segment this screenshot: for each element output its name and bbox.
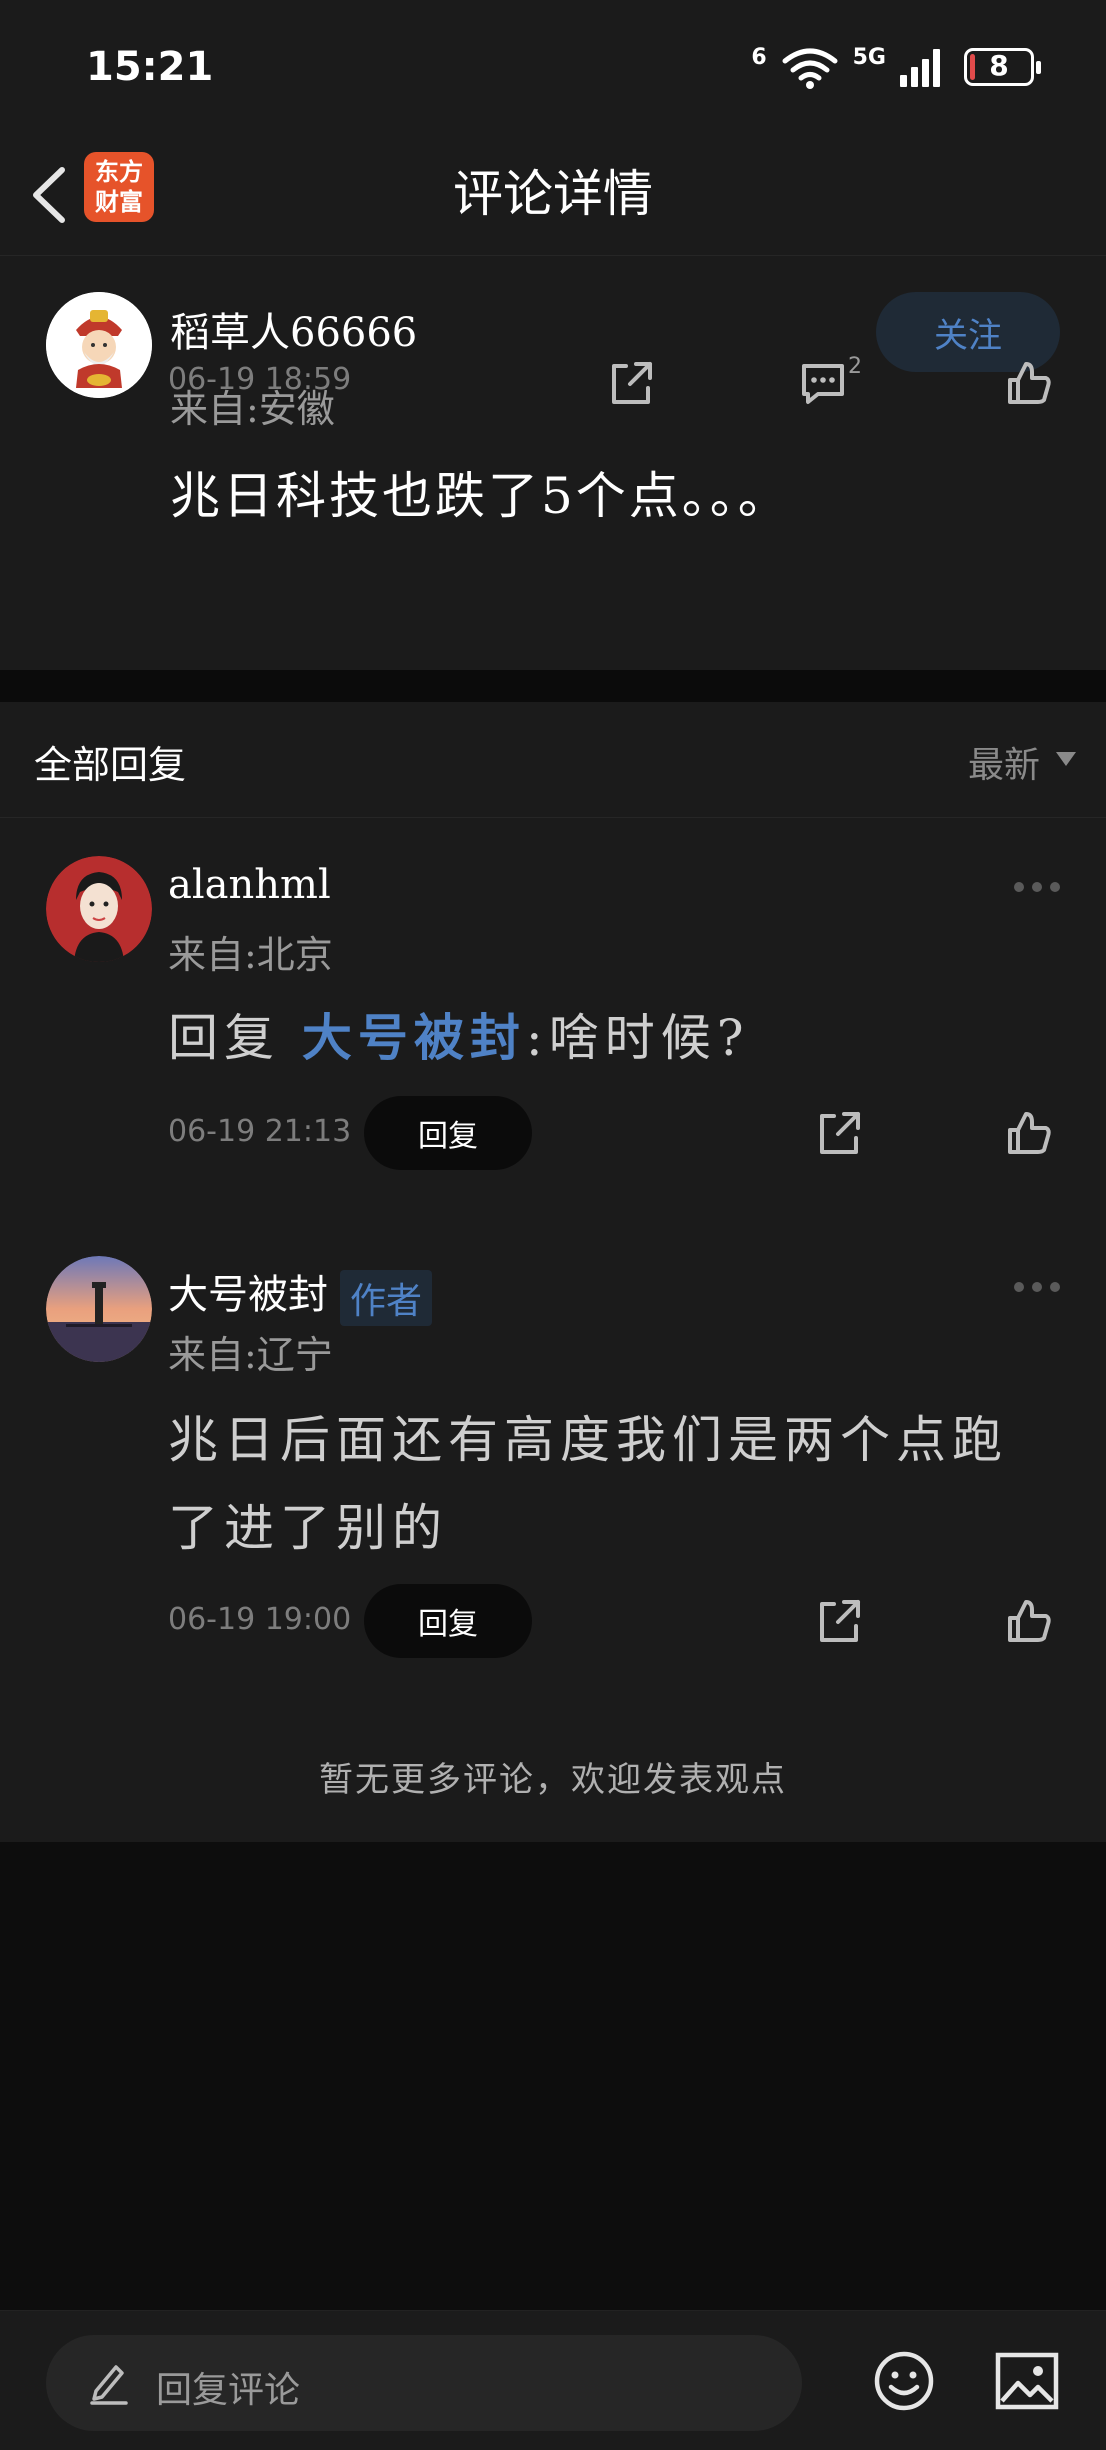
more-options-icon[interactable] — [1014, 1282, 1060, 1292]
pencil-icon — [90, 2365, 128, 2405]
reply-item: 大号被封 作者 来自:辽宁 兆日后面还有高度我们是两个点跑了进了别的 06-19 … — [0, 1256, 1106, 1696]
caret-down-icon — [1056, 752, 1076, 766]
username[interactable]: 稻草人66666 — [170, 300, 417, 358]
like-icon[interactable] — [1004, 1596, 1054, 1646]
reply-mention-link[interactable]: 大号被封 — [302, 1008, 526, 1067]
avatar-image — [46, 1256, 152, 1362]
wifi-icon — [782, 48, 838, 89]
battery-level: 8 — [989, 49, 1009, 82]
network-type: 5G — [852, 44, 886, 70]
avatar[interactable] — [46, 856, 152, 962]
like-icon[interactable] — [1004, 358, 1054, 408]
avatar[interactable] — [46, 292, 152, 398]
sort-label: 最新 — [967, 745, 1040, 786]
reply-suffix: :啥时候? — [525, 1009, 750, 1067]
username-row: 大号被封 作者 — [168, 1262, 433, 1326]
reply-button[interactable]: 回复 — [364, 1096, 532, 1170]
reply-button[interactable]: 回复 — [364, 1584, 532, 1658]
reply-text: 回复 大号被封:啥时候? — [168, 994, 1048, 1082]
reply-text: 兆日后面还有高度我们是两个点跑了进了别的 — [168, 1411, 1008, 1557]
replies-title: 全部回复 — [34, 743, 187, 787]
share-icon[interactable] — [814, 1108, 864, 1158]
comment-count: 2 — [848, 354, 862, 379]
status-bar: 15:21 6 5G 8 — [0, 0, 1106, 140]
replies-section: 全部回复 最新 alanhml 来自:北京 回复 大号被封:啥时候? 06-19… — [0, 702, 1106, 1842]
replies-header: 全部回复 最新 — [0, 702, 1106, 818]
more-options-icon[interactable] — [1014, 882, 1060, 892]
author-badge: 作者 — [340, 1270, 433, 1326]
signal-icon — [900, 47, 940, 87]
reply-input-placeholder: 回复评论 — [156, 2370, 301, 2411]
wifi-badge: 6 — [751, 44, 767, 70]
no-more-comments: 暂无更多评论，欢迎发表观点 — [319, 1760, 787, 1800]
page-title: 评论详情 — [453, 165, 653, 223]
reply-prefix: 回复 — [168, 1009, 302, 1067]
reply-time: 06-19 21:13 — [168, 1114, 352, 1149]
main-comment: 稻草人66666 来自:安徽 关注 兆日科技也跌了5个点。。。 06-19 18… — [0, 256, 1106, 670]
user-location: 来自:北京 — [168, 933, 333, 977]
section-divider — [0, 670, 1106, 702]
comment-text: 兆日科技也跌了5个点。。。 — [170, 467, 791, 525]
sort-dropdown[interactable]: 最新 — [968, 736, 1076, 788]
comment-icon[interactable] — [798, 358, 848, 408]
top-nav: 东方 财富 评论详情 — [0, 140, 1106, 256]
user-location: 来自:辽宁 — [168, 1333, 333, 1377]
reply-input[interactable]: 回复评论 — [46, 2335, 802, 2431]
avatar-image — [46, 856, 152, 962]
status-icons: 6 5G 8 — [751, 44, 1041, 90]
like-icon[interactable] — [1004, 1108, 1054, 1158]
reply-time: 06-19 19:00 — [168, 1602, 352, 1637]
emoji-icon[interactable] — [872, 2349, 936, 2413]
battery-icon: 8 — [964, 48, 1041, 86]
comment-time: 06-19 18:59 — [168, 362, 352, 397]
reply-item: alanhml 来自:北京 回复 大号被封:啥时候? 06-19 21:13 回… — [0, 856, 1106, 1176]
username[interactable]: 大号被封 — [168, 1272, 328, 1318]
share-icon[interactable] — [606, 358, 656, 408]
username[interactable]: alanhml — [168, 862, 331, 908]
share-icon[interactable] — [814, 1596, 864, 1646]
image-icon[interactable] — [994, 2351, 1060, 2411]
status-time: 15:21 — [86, 44, 214, 90]
bottom-input-bar: 回复评论 — [0, 2310, 1106, 2450]
avatar[interactable] — [46, 1256, 152, 1362]
avatar-image — [46, 292, 152, 398]
